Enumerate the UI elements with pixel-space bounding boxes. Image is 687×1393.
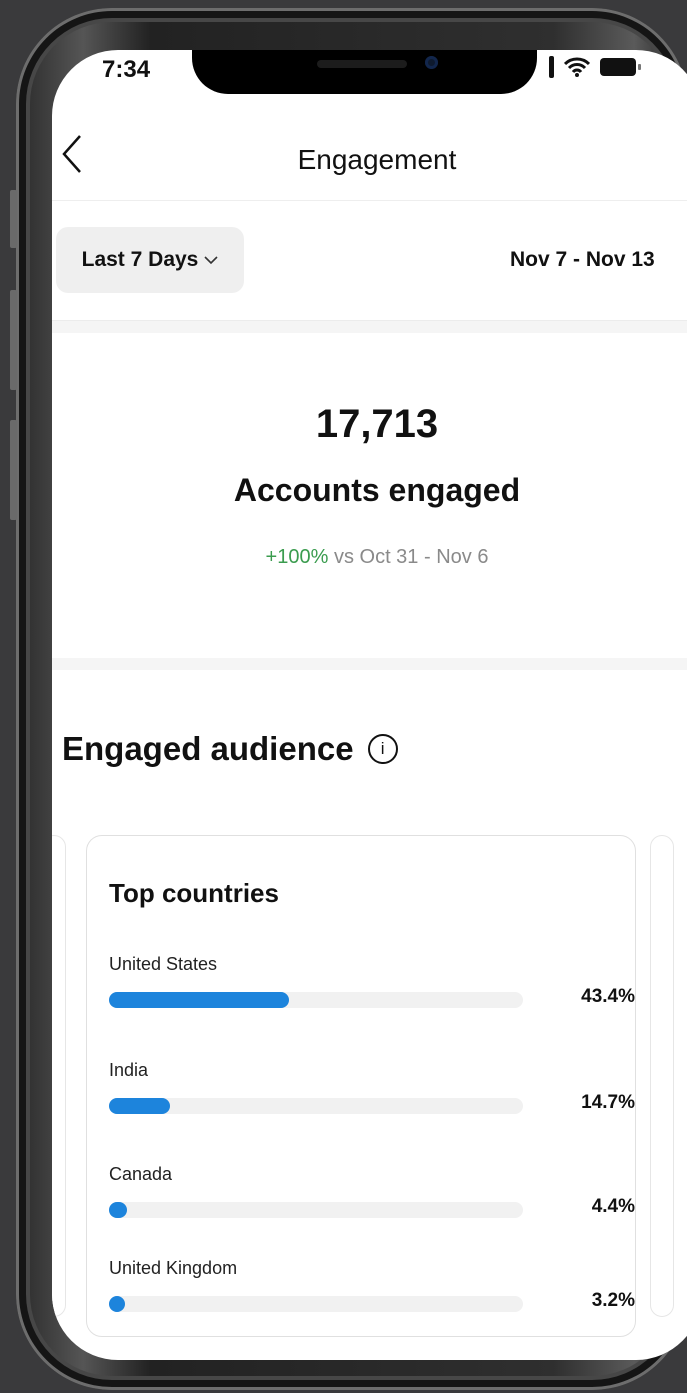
divider (52, 658, 687, 670)
country-bar-fill (109, 1098, 170, 1114)
country-bar-fill (109, 1296, 125, 1312)
country-percent: 43.4% (581, 986, 635, 1007)
country-name: United Kingdom (109, 1258, 238, 1278)
country-percent: 4.4% (591, 1196, 635, 1217)
date-range: Nov 7 - Nov 13 (510, 248, 655, 271)
section-title: Engaged audience i (62, 730, 398, 768)
country-name: Canada (109, 1164, 173, 1184)
country-row: Canada 4.4% (109, 1164, 635, 1218)
section-title-text: Engaged audience (62, 730, 354, 767)
speaker (317, 60, 407, 68)
top-countries-card: Top countries United States 43.4% India 14.… (86, 835, 636, 1337)
volume-down-button (10, 420, 17, 520)
front-camera (425, 56, 438, 69)
silent-switch (10, 190, 17, 248)
country-percent: 3.2% (591, 1290, 635, 1311)
country-bar-fill (109, 1202, 128, 1218)
info-icon[interactable]: i (367, 734, 398, 764)
nav-bar: Engagement (52, 128, 687, 201)
status-time: 7:34 (102, 56, 151, 83)
signal-icon (549, 56, 554, 78)
divider (52, 321, 687, 333)
comparison-period: vs Oct 31 - Nov 6 (333, 546, 489, 568)
country-name: United States (109, 954, 218, 974)
country-row: United States 43.4% (109, 954, 635, 1008)
volume-up-button (10, 290, 17, 390)
period-label: Last 7 Days (81, 248, 199, 271)
status-icons (549, 56, 641, 78)
engaged-label: Accounts engaged (233, 472, 521, 508)
wifi-icon (564, 57, 590, 77)
engaged-count: 17,713 (315, 402, 439, 446)
change-percent: +100% (265, 546, 329, 568)
notch (192, 50, 537, 94)
country-bar-track (109, 1098, 523, 1114)
chevron-down-icon (204, 256, 218, 265)
previous-card-peek[interactable] (52, 835, 66, 1317)
page-title: Engagement (297, 144, 457, 175)
period-dropdown[interactable]: Last 7 Days (56, 227, 244, 293)
comparison-text: +100% vs Oct 31 - Nov 6 (52, 546, 687, 569)
country-bar-track (109, 1202, 523, 1218)
battery-icon (600, 58, 641, 76)
filter-row: Last 7 Days Nov 7 - Nov 13 (52, 200, 687, 321)
country-bar-fill (109, 992, 289, 1008)
screen: 7:34 Engagement Last 7 Days Nov 7 - Nov (52, 50, 687, 1360)
country-bar-track (109, 1296, 523, 1312)
country-name: India (109, 1060, 149, 1080)
country-row: India 14.7% (109, 1060, 635, 1114)
country-percent: 14.7% (581, 1092, 635, 1113)
card-title: Top countries (109, 878, 279, 908)
country-row: United Kingdom 3.2% (109, 1258, 635, 1312)
next-card-peek[interactable] (650, 835, 674, 1317)
country-bar-track (109, 992, 523, 1008)
